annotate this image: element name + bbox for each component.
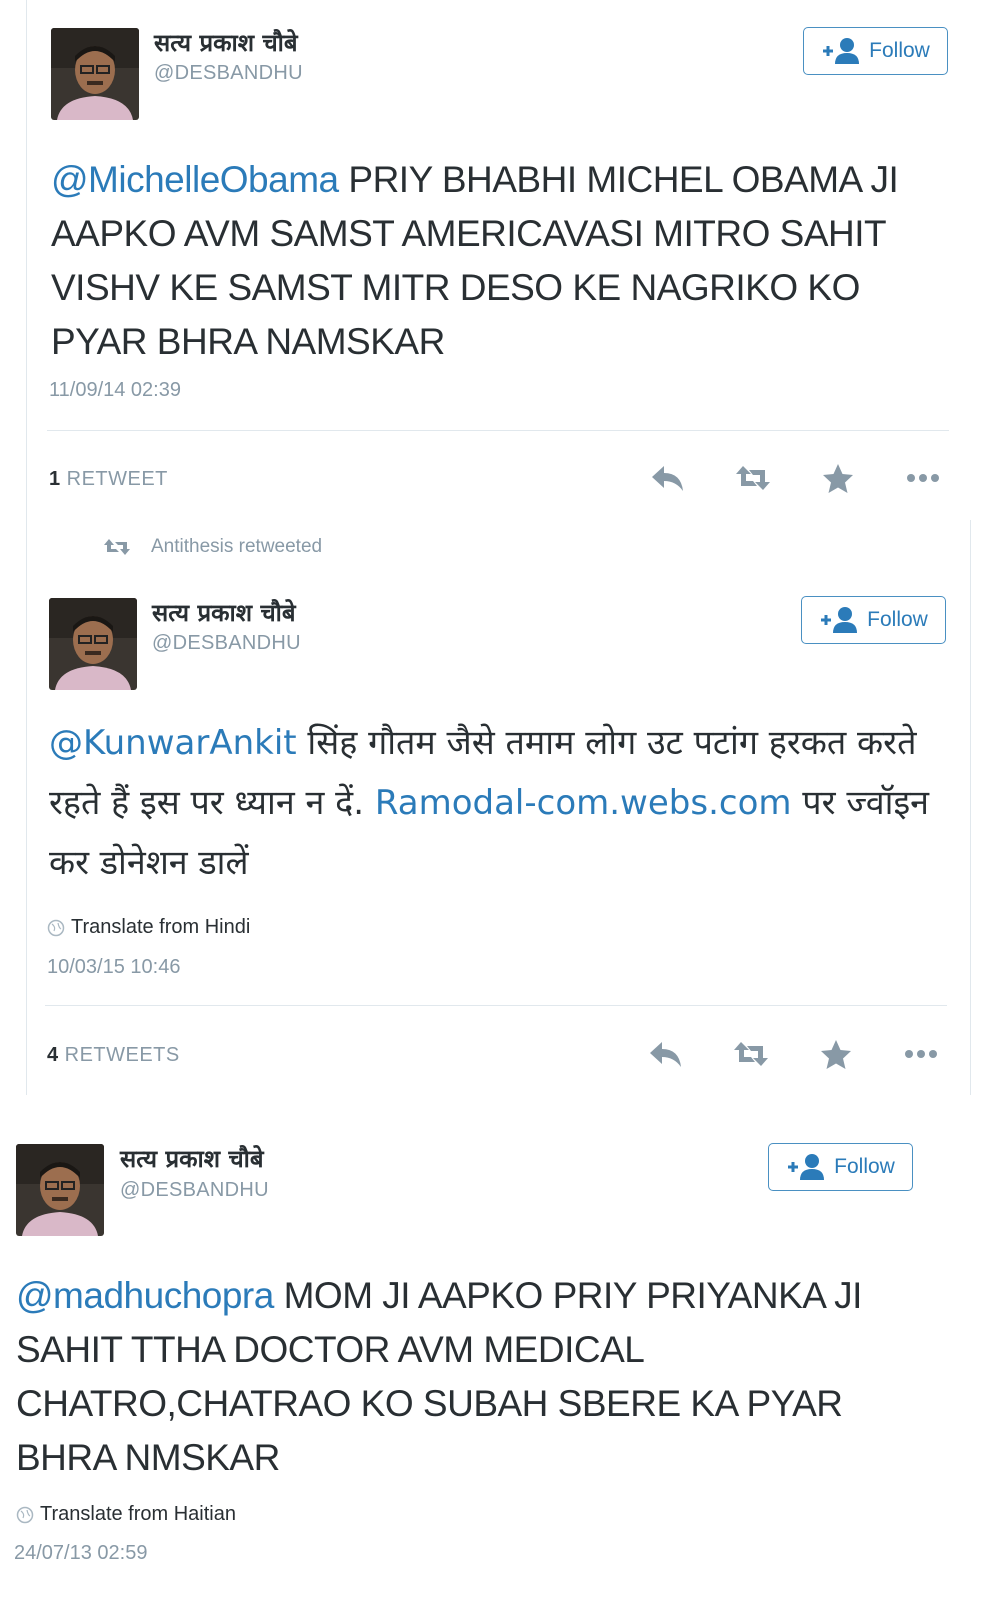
timestamp[interactable]: 10/03/15 10:46 — [47, 956, 180, 979]
author-handle[interactable]: @DESBANDHU — [154, 62, 303, 85]
avatar-photo — [49, 598, 137, 690]
author-handle[interactable]: @DESBANDHU — [152, 632, 301, 655]
follow-button[interactable]: Follow — [803, 27, 948, 75]
reply-button[interactable] — [623, 1034, 708, 1074]
mention-link[interactable]: @MichelleObama — [51, 159, 339, 200]
follow-button[interactable]: Follow — [768, 1143, 913, 1191]
tweet-text: @madhuchopra MOM JI AAPKO PRIY PRIYANKA … — [16, 1269, 906, 1485]
add-user-icon — [788, 1154, 825, 1180]
retweet-count: 4 — [47, 1044, 59, 1066]
follow-button[interactable]: Follow — [801, 596, 946, 644]
reply-button[interactable] — [625, 458, 710, 498]
add-user-icon — [821, 607, 858, 633]
avatar[interactable] — [51, 28, 139, 120]
retweet-stats-label: RETWEETS — [64, 1044, 180, 1066]
follow-label: Follow — [834, 1155, 895, 1178]
tweet-card: सत्य प्रकाश चौबे @DESBANDHU Follow @madh… — [0, 1120, 989, 1600]
more-button[interactable] — [880, 458, 965, 498]
avatar-photo — [16, 1144, 104, 1236]
reply-icon — [649, 1042, 681, 1067]
avatar[interactable] — [49, 598, 137, 690]
retweet-stats[interactable]: 1 RETWEET — [49, 468, 168, 491]
retweet-stats[interactable]: 4 RETWEETS — [47, 1044, 180, 1067]
avatar[interactable] — [16, 1144, 104, 1236]
retweet-icon — [733, 1042, 768, 1066]
more-icon — [904, 1050, 937, 1058]
retweet-context[interactable]: Antithesis retweeted — [103, 536, 322, 558]
mention-link[interactable]: @madhuchopra — [16, 1275, 274, 1316]
more-icon — [906, 474, 939, 482]
reply-icon — [651, 466, 683, 491]
divider — [45, 1005, 947, 1006]
tweet-card: Antithesis retweeted सत्य प्रकाश चौबे @D… — [26, 520, 971, 1095]
tweet-actions — [625, 458, 965, 498]
more-button[interactable] — [878, 1034, 963, 1074]
translate-label: Translate from Hindi — [71, 916, 251, 938]
author-name[interactable]: सत्य प्रकाश चौबे — [154, 26, 298, 59]
retweet-icon — [735, 466, 770, 490]
add-user-icon — [823, 38, 860, 64]
translate-link[interactable]: Translate from Hindi — [47, 916, 250, 939]
tweet-card: सत्य प्रकाश चौबे @DESBANDHU Follow @Mich… — [26, 0, 978, 520]
author-name[interactable]: सत्य प्रकाश चौबे — [120, 1142, 264, 1175]
favorite-button[interactable] — [795, 458, 880, 498]
follow-label: Follow — [869, 39, 930, 62]
timestamp[interactable]: 24/07/13 02:59 — [14, 1542, 147, 1565]
globe-icon — [16, 1506, 34, 1523]
retweet-icon — [104, 539, 130, 555]
star-icon — [822, 464, 853, 493]
divider — [47, 430, 949, 431]
url-link[interactable]: Ramodal-com.webs.com — [375, 783, 792, 823]
tweet-text: @KunwarAnkit सिंह गौतम जैसे तमाम लोग उट … — [49, 713, 939, 893]
favorite-button[interactable] — [793, 1034, 878, 1074]
author-name[interactable]: सत्य प्रकाश चौबे — [152, 596, 296, 629]
retweet-context-label: Antithesis retweeted — [151, 536, 323, 557]
mention-link[interactable]: @KunwarAnkit — [49, 723, 297, 763]
avatar-photo — [51, 28, 139, 120]
retweet-count: 1 — [49, 468, 61, 490]
tweet-actions — [623, 1034, 963, 1074]
tweet-text: @MichelleObama PRIY BHABHI MICHEL OBAMA … — [51, 153, 951, 369]
timestamp[interactable]: 11/09/14 02:39 — [49, 379, 181, 402]
star-icon — [820, 1040, 851, 1069]
globe-icon — [47, 919, 65, 936]
retweet-button[interactable] — [710, 458, 795, 498]
follow-label: Follow — [867, 608, 928, 631]
retweet-stats-label: RETWEET — [66, 468, 168, 490]
translate-label: Translate from Haitian — [40, 1503, 236, 1525]
retweet-button[interactable] — [708, 1034, 793, 1074]
author-handle[interactable]: @DESBANDHU — [120, 1179, 269, 1202]
translate-link[interactable]: Translate from Haitian — [16, 1503, 236, 1526]
